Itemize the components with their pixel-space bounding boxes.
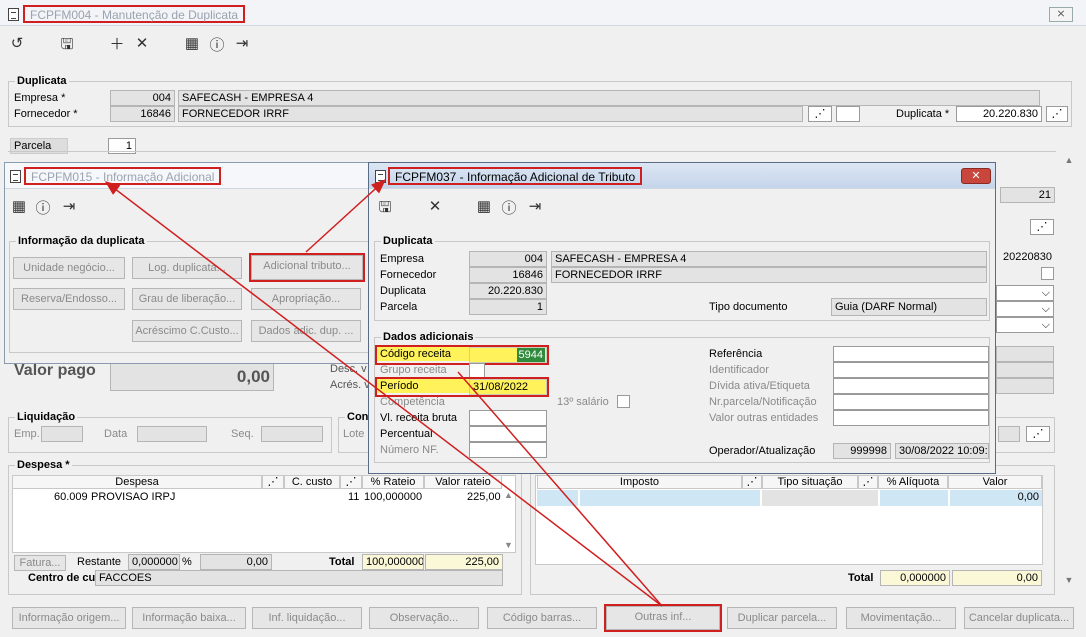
arrow-line-extra [457, 371, 663, 607]
arrow-to-fcpfm037 [305, 178, 387, 253]
arrow-to-fcpfm015 [104, 181, 663, 607]
annotation-arrows [104, 178, 663, 607]
